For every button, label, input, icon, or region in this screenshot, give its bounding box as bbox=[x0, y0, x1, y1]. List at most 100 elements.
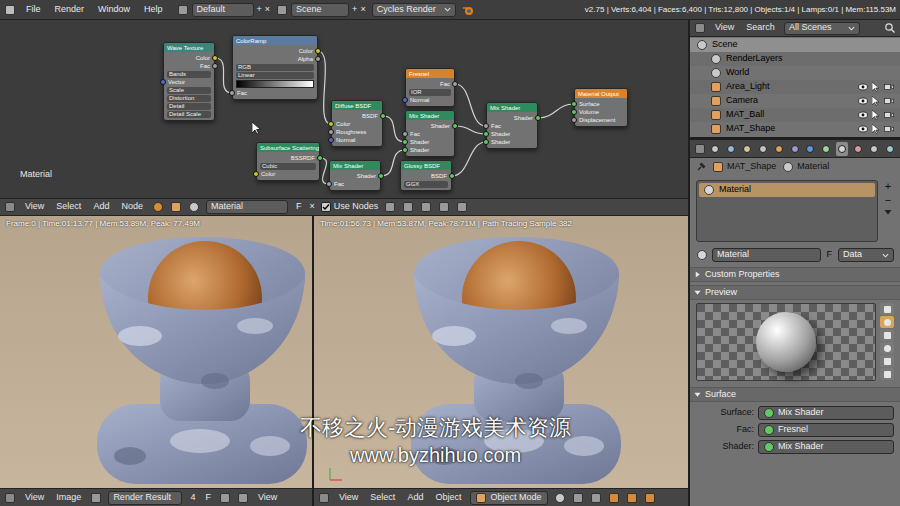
outliner-row[interactable]: RenderLayers bbox=[690, 52, 900, 66]
node-socket[interactable] bbox=[328, 129, 334, 135]
properties-tab[interactable] bbox=[788, 142, 801, 156]
specials-menu-icon[interactable] bbox=[884, 208, 892, 216]
preview-shape-button[interactable] bbox=[880, 355, 894, 367]
3d-viewport[interactable]: Time:01:56.73 | Mem:53.87M, Peak:78.71M … bbox=[314, 216, 688, 488]
properties-tab[interactable] bbox=[804, 142, 817, 156]
node-socket[interactable] bbox=[452, 81, 458, 87]
node-link-field[interactable]: Fresnel bbox=[758, 423, 894, 437]
node-socket[interactable] bbox=[315, 56, 321, 62]
remove-slot-button[interactable]: − bbox=[882, 194, 894, 206]
node-socket[interactable] bbox=[229, 90, 235, 96]
menu-item[interactable]: Node bbox=[118, 200, 146, 214]
material-field[interactable]: Material bbox=[206, 200, 288, 214]
node-field[interactable]: Bands bbox=[167, 71, 211, 78]
visibility-eye-icon[interactable] bbox=[858, 97, 868, 105]
add-layout-button[interactable]: + bbox=[257, 3, 262, 17]
node-field[interactable]: Cubic bbox=[260, 163, 316, 170]
render-camera-icon[interactable] bbox=[884, 83, 894, 91]
shader-node[interactable]: Mix ShaderShaderFac bbox=[329, 160, 381, 191]
properties-tab[interactable] bbox=[867, 142, 880, 156]
node-socket[interactable] bbox=[452, 123, 458, 129]
node-socket[interactable] bbox=[571, 117, 577, 123]
preview-shape-button[interactable] bbox=[880, 329, 894, 341]
menu-item[interactable]: View bbox=[22, 200, 47, 214]
panel-header[interactable]: Custom Properties bbox=[690, 267, 900, 282]
delete-scene-button[interactable]: × bbox=[360, 3, 365, 17]
outliner-row[interactable]: World bbox=[690, 66, 900, 80]
unlink-button[interactable]: × bbox=[309, 200, 314, 214]
shader-node[interactable]: Subsurface ScatteringBSSRDFCubicColor bbox=[256, 142, 320, 181]
node-socket[interactable] bbox=[483, 139, 489, 145]
add-slot-button[interactable]: + bbox=[882, 180, 894, 192]
outliner-row[interactable]: Camera bbox=[690, 94, 900, 108]
fake-user-button[interactable]: F bbox=[203, 491, 213, 505]
node-socket[interactable] bbox=[380, 113, 386, 119]
properties-tab[interactable] bbox=[709, 142, 722, 156]
outliner-row[interactable]: Scene bbox=[690, 38, 900, 52]
node-socket[interactable] bbox=[483, 131, 489, 137]
node-socket[interactable] bbox=[535, 115, 541, 121]
select-cursor-icon[interactable] bbox=[872, 110, 880, 120]
node-field[interactable]: GGX bbox=[404, 181, 448, 188]
panel-header[interactable]: Surface bbox=[690, 387, 900, 402]
material-name-field[interactable]: Material bbox=[712, 248, 821, 262]
fake-user-button[interactable]: F bbox=[825, 248, 835, 262]
node-field[interactable]: IOR bbox=[409, 89, 451, 96]
render-engine-dropdown[interactable]: Cycles Render bbox=[372, 3, 456, 17]
display-filter-dropdown[interactable]: All Scenes bbox=[784, 22, 860, 35]
shader-node[interactable]: Diffuse BSDFBSDFColorRoughnessNormal bbox=[331, 100, 383, 147]
node-socket[interactable] bbox=[571, 101, 577, 107]
node-field[interactable]: Detail Scale bbox=[167, 111, 211, 118]
properties-tab[interactable] bbox=[820, 142, 833, 156]
node-socket[interactable] bbox=[212, 55, 218, 61]
menu-item[interactable]: View bbox=[712, 21, 737, 35]
node-link-field[interactable]: Mix Shader bbox=[758, 406, 894, 420]
select-cursor-icon[interactable] bbox=[872, 124, 880, 134]
shader-node[interactable]: Mix ShaderShaderFacShaderShader bbox=[486, 102, 538, 149]
breadcrumb-item[interactable]: Material bbox=[782, 160, 829, 174]
node-socket[interactable] bbox=[317, 155, 323, 161]
preview-shape-button[interactable] bbox=[880, 316, 894, 328]
node-socket[interactable] bbox=[402, 147, 408, 153]
select-cursor-icon[interactable] bbox=[872, 82, 880, 92]
mode-dropdown[interactable]: Object Mode bbox=[470, 491, 548, 505]
menu-item[interactable]: Object bbox=[432, 491, 464, 505]
preview-shape-button[interactable] bbox=[880, 342, 894, 354]
node-socket[interactable] bbox=[402, 97, 408, 103]
users-count[interactable]: 4 bbox=[188, 491, 197, 505]
image-editor-viewport[interactable]: Frame:0 | Time:01:13.77 | Mem:53.89M, Pe… bbox=[0, 216, 312, 488]
select-cursor-icon[interactable] bbox=[872, 96, 880, 106]
render-camera-icon[interactable] bbox=[884, 97, 894, 105]
menu-item[interactable]: Help bbox=[140, 3, 167, 17]
properties-tab[interactable] bbox=[836, 142, 849, 156]
menu-item[interactable]: Window bbox=[94, 3, 134, 17]
visibility-eye-icon[interactable] bbox=[858, 125, 868, 133]
node-socket[interactable] bbox=[326, 181, 332, 187]
node-socket[interactable] bbox=[449, 173, 455, 179]
add-scene-button[interactable]: + bbox=[352, 3, 357, 17]
outliner-row[interactable]: MAT_Ball bbox=[690, 108, 900, 122]
panel-header[interactable]: Preview bbox=[690, 285, 900, 300]
properties-tab[interactable] bbox=[851, 142, 864, 156]
outliner-row[interactable]: MAT_Shape bbox=[690, 122, 900, 136]
fake-user-button[interactable]: F bbox=[294, 200, 304, 214]
shader-node[interactable]: ColorRampColorAlphaRGBLinearFac bbox=[232, 35, 318, 100]
menu-item[interactable]: View bbox=[336, 491, 361, 505]
node-socket[interactable] bbox=[402, 131, 408, 137]
properties-tab[interactable] bbox=[756, 142, 769, 156]
color-ramp-bar[interactable] bbox=[236, 80, 314, 88]
menu-item[interactable]: File bbox=[22, 3, 45, 17]
shader-node[interactable]: Mix ShaderShaderFacShaderShader bbox=[405, 110, 455, 157]
properties-tab[interactable] bbox=[883, 142, 896, 156]
shader-node[interactable]: FresnelFacIORNormal bbox=[405, 68, 455, 107]
menu-item[interactable]: Image bbox=[53, 491, 84, 505]
node-socket[interactable] bbox=[483, 123, 489, 129]
menu-item[interactable]: Add bbox=[90, 200, 112, 214]
menu-item[interactable]: View bbox=[255, 491, 280, 505]
properties-tab[interactable] bbox=[725, 142, 738, 156]
node-socket[interactable] bbox=[328, 137, 334, 143]
menu-item[interactable]: Select bbox=[53, 200, 84, 214]
node-socket[interactable] bbox=[160, 79, 166, 85]
pin-icon[interactable] bbox=[696, 162, 706, 172]
image-field[interactable]: Render Result bbox=[108, 491, 182, 505]
